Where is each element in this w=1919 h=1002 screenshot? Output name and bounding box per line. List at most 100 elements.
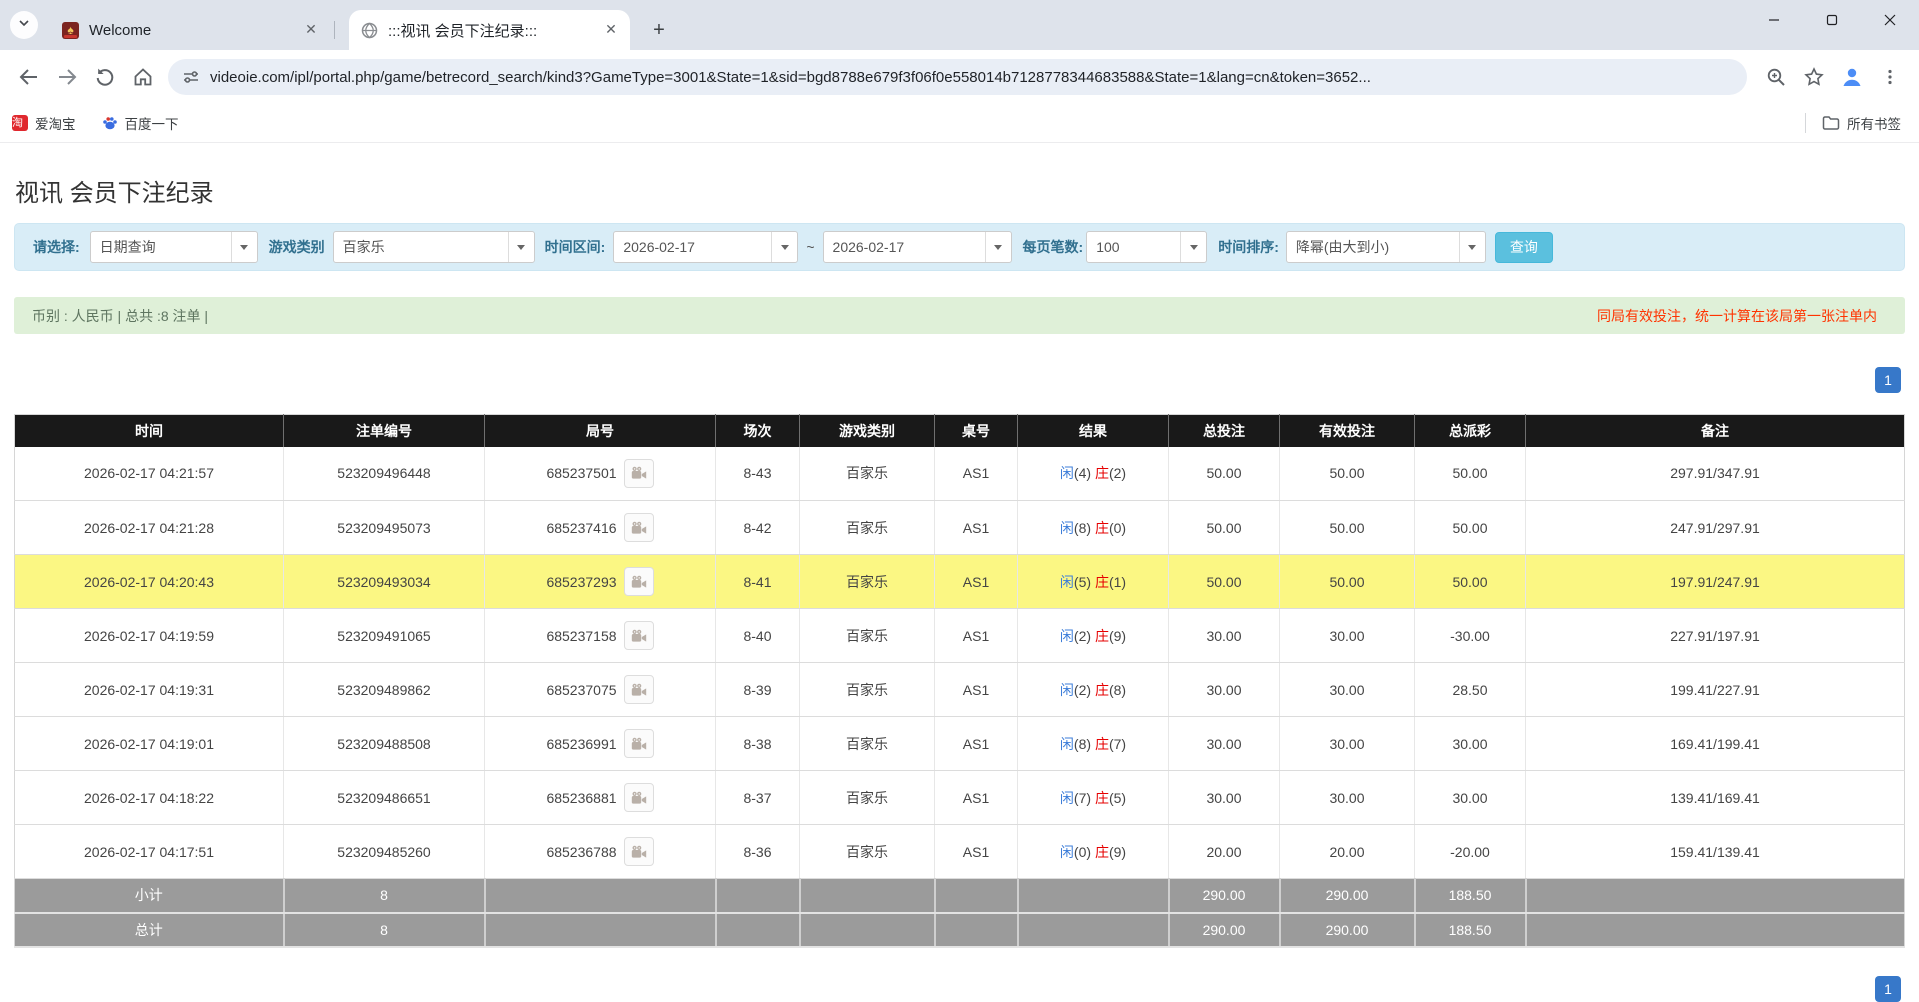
table-number-cell <box>935 913 1018 947</box>
browser-menu-button[interactable] <box>1871 58 1909 96</box>
back-button[interactable] <box>10 58 48 96</box>
bet-id-cell: 523209488508 <box>284 717 485 771</box>
column-header: 备注 <box>1526 415 1905 447</box>
chevron-down-icon[interactable] <box>1459 232 1485 262</box>
back-arrow-icon <box>18 66 40 88</box>
totals-label-cell: 小计 <box>15 879 284 913</box>
video-replay-button[interactable] <box>624 783 654 812</box>
url-bar[interactable]: videoie.com/ipl/portal.php/game/betrecor… <box>168 59 1747 95</box>
video-replay-button[interactable] <box>624 621 654 650</box>
total-bet-link[interactable]: 20.00 <box>1169 825 1280 879</box>
column-header: 总派彩 <box>1415 415 1526 447</box>
minimize-button[interactable] <box>1745 0 1803 40</box>
note-cell: 199.41/227.91 <box>1526 663 1905 717</box>
date-from-value[interactable]: 2026-02-17 <box>614 232 771 262</box>
total-bet-link[interactable]: 50.00 <box>1169 447 1280 501</box>
zoom-button[interactable] <box>1757 58 1795 96</box>
result-cell: 闲(5) 庄(1) <box>1018 555 1169 609</box>
all-bookmarks-button[interactable]: 所有书签 <box>1822 113 1901 133</box>
time-cell: 2026-02-17 04:19:01 <box>15 717 284 771</box>
star-icon <box>1803 66 1825 88</box>
tab-search-button[interactable] <box>10 11 38 39</box>
date-from-picker[interactable]: 2026-02-17 <box>613 231 798 263</box>
reload-icon <box>94 66 116 88</box>
select-type-label: 请选择: <box>33 237 80 257</box>
column-header: 游戏类别 <box>800 415 935 447</box>
page-1-button[interactable]: 1 <box>1875 367 1901 393</box>
game-type-value: 百家乐 <box>334 232 508 262</box>
close-icon[interactable]: ✕ <box>302 21 320 39</box>
game-type-combobox[interactable]: 百家乐 <box>333 231 535 263</box>
round-id: 685236881 <box>546 790 616 806</box>
profile-avatar[interactable] <box>1833 58 1871 96</box>
bookmark-label: 爱淘宝 <box>35 113 76 133</box>
forward-button[interactable] <box>48 58 86 96</box>
bookmark-aitaobao[interactable]: 淘 爱淘宝 <box>12 113 76 133</box>
totals-label-cell: 总计 <box>15 913 284 947</box>
payout-cell: -30.00 <box>1415 609 1526 663</box>
result-cell: 闲(0) 庄(9) <box>1018 825 1169 879</box>
sort-order-value: 降幂(由大到小) <box>1287 232 1459 262</box>
player-result: 闲 <box>1060 628 1074 644</box>
close-window-button[interactable] <box>1861 0 1919 40</box>
sort-order-combobox[interactable]: 降幂(由大到小) <box>1286 231 1486 263</box>
maximize-button[interactable] <box>1803 0 1861 40</box>
time-cell: 2026-02-17 04:18:22 <box>15 771 284 825</box>
column-header: 有效投注 <box>1280 415 1415 447</box>
result-cell: 闲(2) 庄(9) <box>1018 609 1169 663</box>
banker-result: 庄 <box>1095 574 1109 590</box>
new-tab-button[interactable]: + <box>644 15 674 45</box>
total-bet-link[interactable]: 30.00 <box>1169 663 1280 717</box>
table-number-cell: AS1 <box>935 501 1018 555</box>
totals-payout-cell: 188.50 <box>1415 879 1526 913</box>
page-1-button-bottom[interactable]: 1 <box>1875 976 1901 1002</box>
tilde-separator: ~ <box>806 239 814 255</box>
column-header: 场次 <box>716 415 800 447</box>
tab-title: Welcome <box>89 22 294 39</box>
url-text[interactable]: videoie.com/ipl/portal.php/game/betrecor… <box>210 69 1733 86</box>
home-button[interactable] <box>124 58 162 96</box>
total-bet-link[interactable]: 30.00 <box>1169 609 1280 663</box>
site-settings-icon[interactable] <box>182 68 200 86</box>
search-button[interactable]: 查询 <box>1495 232 1553 263</box>
video-replay-button[interactable] <box>624 513 654 542</box>
video-replay-button[interactable] <box>624 729 654 758</box>
per-page-combobox[interactable]: 100 <box>1086 231 1207 263</box>
total-bet-link[interactable]: 50.00 <box>1169 501 1280 555</box>
round-id: 685237158 <box>546 628 616 644</box>
total-bet-link[interactable]: 30.00 <box>1169 717 1280 771</box>
time-cell: 2026-02-17 04:19:31 <box>15 663 284 717</box>
video-replay-button[interactable] <box>624 675 654 704</box>
totals-count-cell: 8 <box>284 913 485 947</box>
banker-result: 庄 <box>1095 682 1109 698</box>
query-type-combobox[interactable]: 日期查询 <box>90 231 258 263</box>
taobao-icon: 淘 <box>12 115 28 131</box>
close-icon[interactable]: ✕ <box>602 21 620 39</box>
bookmark-star-button[interactable] <box>1795 58 1833 96</box>
tab-welcome[interactable]: ♠ Welcome ✕ <box>50 10 330 50</box>
video-replay-button[interactable] <box>624 567 654 596</box>
video-replay-button[interactable] <box>624 459 654 488</box>
video-replay-button[interactable] <box>624 837 654 866</box>
player-result: 闲 <box>1060 465 1074 481</box>
date-to-picker[interactable]: 2026-02-17 <box>823 231 1012 263</box>
chevron-down-icon[interactable] <box>1180 232 1206 262</box>
table-number-cell <box>935 879 1018 913</box>
chevron-down-icon[interactable] <box>508 232 534 262</box>
valid-bet-cell: 20.00 <box>1280 825 1415 879</box>
tab-betrecord[interactable]: :::视讯 会员下注纪录::: ✕ <box>349 10 630 50</box>
date-to-value[interactable]: 2026-02-17 <box>824 232 985 262</box>
reload-button[interactable] <box>86 58 124 96</box>
note-cell: 159.41/139.41 <box>1526 825 1905 879</box>
round-cell: 685236788 <box>485 825 716 879</box>
total-bet-link[interactable]: 30.00 <box>1169 771 1280 825</box>
chevron-down-icon[interactable] <box>985 232 1011 262</box>
per-page-value[interactable]: 100 <box>1087 232 1180 262</box>
chevron-down-icon[interactable] <box>771 232 797 262</box>
chevron-down-icon[interactable] <box>231 232 257 262</box>
bookmark-baidu[interactable]: 百度一下 <box>102 113 179 133</box>
round-cell: 685237501 <box>485 447 716 501</box>
totals-payout-cell: 188.50 <box>1415 913 1526 947</box>
payout-cell: 30.00 <box>1415 717 1526 771</box>
total-bet-link[interactable]: 50.00 <box>1169 555 1280 609</box>
